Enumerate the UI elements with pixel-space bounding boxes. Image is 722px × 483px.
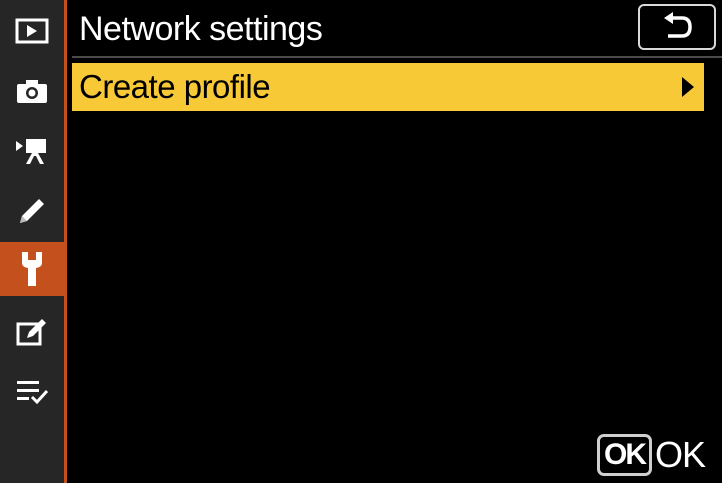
sidebar-divider — [64, 0, 67, 483]
ok-label: OK — [655, 434, 706, 475]
sidebar-item-movie-shooting[interactable] — [0, 124, 64, 178]
movie-camera-icon — [16, 139, 46, 164]
ok-hint[interactable]: OK OK — [597, 433, 706, 477]
retouch-icon — [16, 319, 46, 346]
sidebar-item-playback[interactable] — [0, 4, 64, 58]
pencil-icon — [20, 199, 44, 223]
wrench-icon — [22, 252, 42, 286]
sidebar-item-my-menu[interactable] — [0, 365, 64, 419]
menu-item-create-profile[interactable]: Create profile — [72, 63, 704, 111]
page-title: Network settings — [79, 10, 323, 48]
chevron-right-icon — [682, 77, 694, 97]
menu-item-label: Create profile — [79, 68, 271, 105]
sidebar — [0, 0, 64, 483]
sidebar-item-custom-settings[interactable] — [0, 184, 64, 238]
back-button[interactable] — [638, 4, 716, 50]
sidebar-item-setup[interactable] — [0, 242, 64, 296]
playback-icon — [15, 18, 49, 44]
my-menu-icon — [17, 381, 49, 405]
return-arrow-icon — [664, 12, 692, 38]
header-divider — [72, 56, 722, 58]
sidebar-item-retouch[interactable] — [0, 305, 64, 359]
ok-button-icon: OK — [597, 434, 652, 476]
sidebar-item-photo-shooting[interactable] — [0, 64, 64, 118]
camera-icon — [17, 80, 47, 103]
